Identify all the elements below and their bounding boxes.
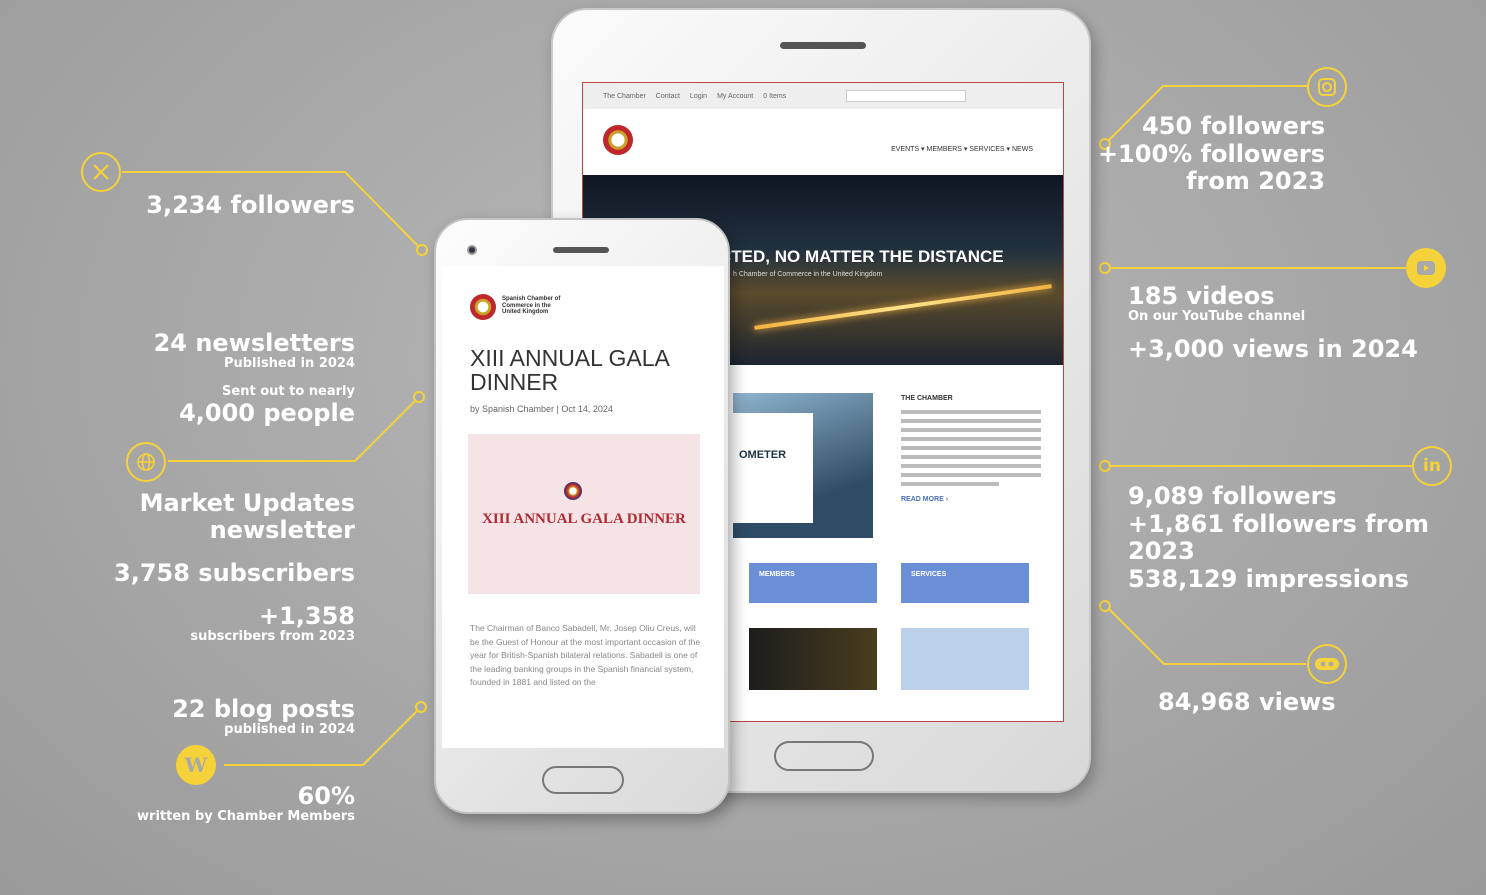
chamber-heading: THE CHAMBER — [901, 395, 953, 402]
read-more-link[interactable]: READ MORE › — [901, 496, 1041, 503]
topbar-link[interactable]: Contact — [656, 93, 680, 100]
market-updates-title: Market Updates newsletter — [139, 489, 355, 544]
x-twitter-icon — [81, 152, 121, 192]
newsletters-stats: 24 newsletters Published in 2024 Sent ou… — [154, 330, 355, 427]
event-card-dark[interactable] — [749, 628, 877, 690]
youtube-icon — [1406, 248, 1446, 288]
tablet-search-input[interactable] — [846, 90, 967, 102]
article-body: The Chairman of Banco Sabadell, Mr. Jose… — [470, 623, 701, 688]
market-updates-growth: +1,358 — [258, 601, 355, 630]
topbar-link[interactable]: Login — [690, 93, 707, 100]
linkedin-growth: +1,861 followers from 2023 — [1128, 509, 1429, 566]
newsletters-sent-out: Sent out to nearly — [222, 384, 355, 400]
linkedin-followers: 9,089 followers — [1128, 482, 1337, 510]
blog-members-stats: 60% written by Chamber Members — [137, 783, 355, 824]
members-button[interactable]: MEMBERS — [749, 563, 877, 603]
linkedin-icon: in — [1412, 446, 1452, 486]
article-title: XIII ANNUAL GALA DINNER — [470, 345, 669, 396]
twitter-followers: 3,234 followers — [146, 191, 355, 219]
instagram-from: from 2023 — [1186, 167, 1325, 196]
flickr-icon — [1307, 644, 1347, 684]
instagram-stats: 450 followers +100% followers from 2023 — [1097, 112, 1325, 196]
featured-card[interactable]: OMETER — [733, 393, 873, 538]
invite-title: XIII ANNUAL GALA DINNER — [482, 511, 686, 527]
newsletters-count: 24 newsletters — [153, 329, 355, 357]
tablet-topbar: The Chamber Contact Login My Account 0 I… — [583, 83, 1063, 109]
chamber-logo — [603, 125, 633, 155]
tablet-header: EVENTS ▾ MEMBERS ▾ SERVICES ▾ NEWS — [583, 109, 1063, 175]
phone-home-button[interactable] — [542, 766, 624, 794]
tablet-home-button[interactable] — [774, 741, 874, 771]
article-byline: by Spanish Chamber | Oct 14, 2024 — [470, 404, 613, 414]
linkedin-stats: 9,089 followers +1,861 followers from 20… — [1128, 482, 1486, 593]
services-button[interactable]: SERVICES — [901, 563, 1029, 603]
chamber-logo-text: Spanish Chamber of Commerce in the Unite… — [502, 296, 561, 316]
youtube-stats: 185 videos On our YouTube channel +3,000… — [1128, 283, 1418, 363]
globe-icon — [126, 442, 166, 482]
hero-title: CTED, NO MATTER THE DISTANCE — [719, 247, 1004, 266]
youtube-videos: 185 videos — [1128, 282, 1275, 310]
featured-card-text: OMETER — [733, 413, 813, 523]
newsletters-people: 4,000 people — [179, 398, 355, 427]
topbar-link[interactable]: The Chamber — [603, 93, 646, 100]
flickr-views: 84,968 views — [1158, 688, 1336, 716]
instagram-followers: 450 followers — [1142, 112, 1325, 140]
youtube-channel: On our YouTube channel — [1128, 308, 1306, 324]
market-updates-stats: Market Updates newsletter 3,758 subscrib… — [0, 490, 355, 644]
tablet-nav[interactable]: EVENTS ▾ MEMBERS ▾ SERVICES ▾ NEWS — [891, 145, 1033, 153]
instagram-growth: +100% followers — [1097, 139, 1325, 168]
newsletters-published: Published in 2024 — [223, 355, 355, 371]
market-updates-growth-label: subscribers from 2023 — [190, 628, 355, 644]
blog-posts: 22 blog posts — [172, 695, 355, 723]
cart-link[interactable]: 0 Items — [763, 93, 786, 100]
blog-stats: 22 blog posts published in 2024 — [172, 696, 355, 737]
chamber-section: THE CHAMBER READ MORE › — [901, 395, 1041, 503]
wordpress-icon: W — [176, 745, 216, 785]
instagram-icon — [1307, 67, 1347, 107]
topbar-link[interactable]: My Account — [717, 93, 753, 100]
youtube-views: +3,000 views in 2024 — [1128, 335, 1418, 364]
hero-subtitle: h Chamber of Commerce in the United King… — [733, 271, 883, 278]
phone-camera — [467, 245, 477, 255]
phone-speaker — [553, 247, 609, 253]
tablet-speaker — [780, 42, 866, 49]
gala-invite-image: XIII ANNUAL GALA DINNER — [468, 434, 700, 594]
phone-device: Spanish Chamber of Commerce in the Unite… — [434, 218, 730, 814]
event-card-light[interactable] — [901, 628, 1029, 690]
chamber-logo — [470, 294, 496, 320]
hero-bridge-lights — [754, 284, 1052, 330]
blog-written-by: written by Chamber Members — [137, 808, 355, 824]
market-updates-subscribers: 3,758 subscribers — [114, 558, 355, 587]
invite-logo — [564, 482, 582, 500]
blog-published: published in 2024 — [224, 721, 355, 737]
linkedin-impressions: 538,129 impressions — [1128, 564, 1409, 593]
phone-screen: Spanish Chamber of Commerce in the Unite… — [442, 266, 724, 748]
blog-percent: 60% — [297, 782, 355, 810]
